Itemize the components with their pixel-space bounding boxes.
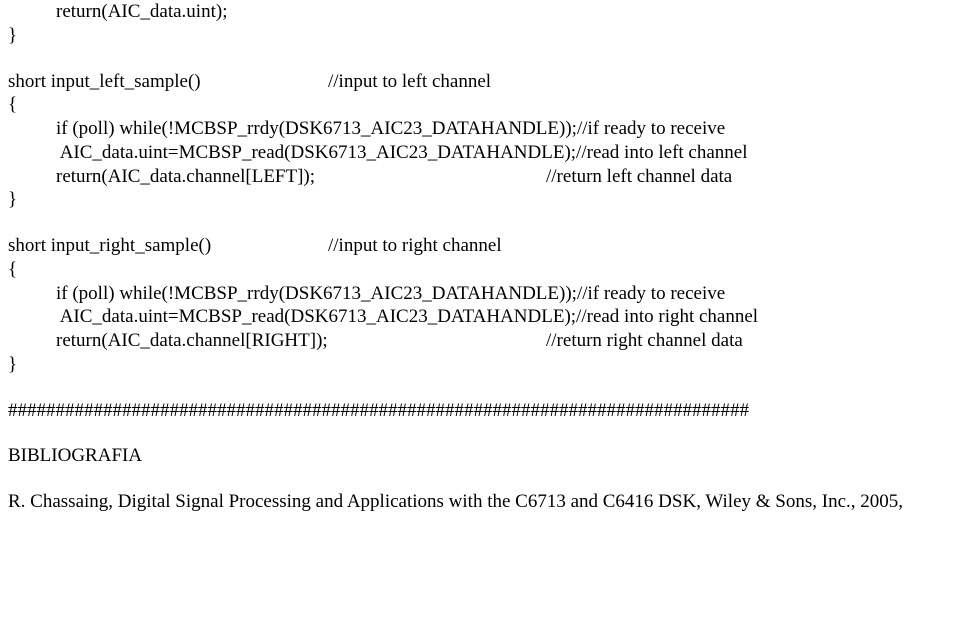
code-brace: }: [8, 24, 952, 48]
function-signature: short input_left_sample(): [8, 70, 328, 94]
function-comment: //input to right channel: [328, 234, 952, 258]
code-line: if (poll) while(!MCBSP_rrdy(DSK6713_AIC2…: [8, 117, 952, 141]
code-return: return(AIC_data.channel[RIGHT]);: [56, 329, 546, 353]
code-line: AIC_data.uint=MCBSP_read(DSK6713_AIC23_D…: [8, 305, 952, 329]
code-line: return(AIC_data.uint);: [8, 0, 952, 24]
bibliography-heading: BIBLIOGRAFIA: [8, 444, 952, 468]
function-signature-row: short input_left_sample() //input to lef…: [8, 70, 952, 94]
code-brace: }: [8, 188, 952, 212]
code-brace: }: [8, 353, 952, 377]
code-comment: //return right channel data: [546, 329, 743, 353]
divider-hashes: ########################################…: [8, 399, 952, 423]
document-page: return(AIC_data.uint); } short input_lef…: [0, 0, 960, 514]
code-line: if (poll) while(!MCBSP_rrdy(DSK6713_AIC2…: [8, 282, 952, 306]
function-comment: //input to left channel: [328, 70, 952, 94]
code-comment: //return left channel data: [546, 165, 732, 189]
code-brace: {: [8, 93, 952, 117]
code-brace: {: [8, 258, 952, 282]
function-signature: short input_right_sample(): [8, 234, 328, 258]
function-signature-row: short input_right_sample() //input to ri…: [8, 234, 952, 258]
code-return: return(AIC_data.channel[LEFT]);: [56, 165, 546, 189]
reference-entry: R. Chassaing, Digital Signal Processing …: [8, 490, 952, 514]
code-line-row: return(AIC_data.channel[LEFT]); //return…: [8, 165, 952, 189]
code-line: AIC_data.uint=MCBSP_read(DSK6713_AIC23_D…: [8, 141, 952, 165]
code-line-row: return(AIC_data.channel[RIGHT]); //retur…: [8, 329, 952, 353]
